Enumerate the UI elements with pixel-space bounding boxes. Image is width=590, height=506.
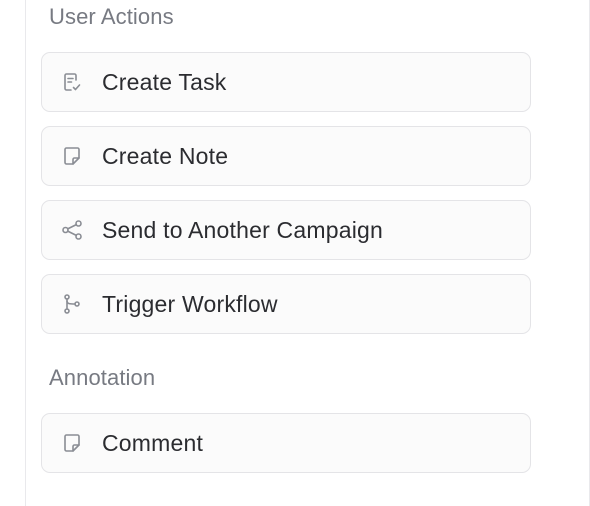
task-icon — [60, 70, 84, 94]
send-to-another-campaign-button[interactable]: Send to Another Campaign — [41, 200, 531, 260]
comment-button[interactable]: Comment — [41, 413, 531, 473]
create-note-label: Create Note — [102, 142, 229, 169]
section-title-user-actions: User Actions — [49, 4, 174, 29]
trigger-workflow-label: Trigger Workflow — [102, 290, 278, 317]
section-title-annotation: Annotation — [49, 365, 156, 390]
create-task-button[interactable]: Create Task — [41, 52, 531, 112]
create-task-label: Create Task — [102, 68, 227, 95]
note-icon — [60, 144, 84, 168]
send-to-another-campaign-label: Send to Another Campaign — [102, 216, 383, 243]
create-note-button[interactable]: Create Note — [41, 126, 531, 186]
trigger-workflow-button[interactable]: Trigger Workflow — [41, 274, 531, 334]
share-icon — [60, 218, 84, 242]
comment-label: Comment — [102, 429, 204, 456]
note-icon — [60, 431, 84, 455]
workflow-branch-icon — [60, 292, 84, 316]
